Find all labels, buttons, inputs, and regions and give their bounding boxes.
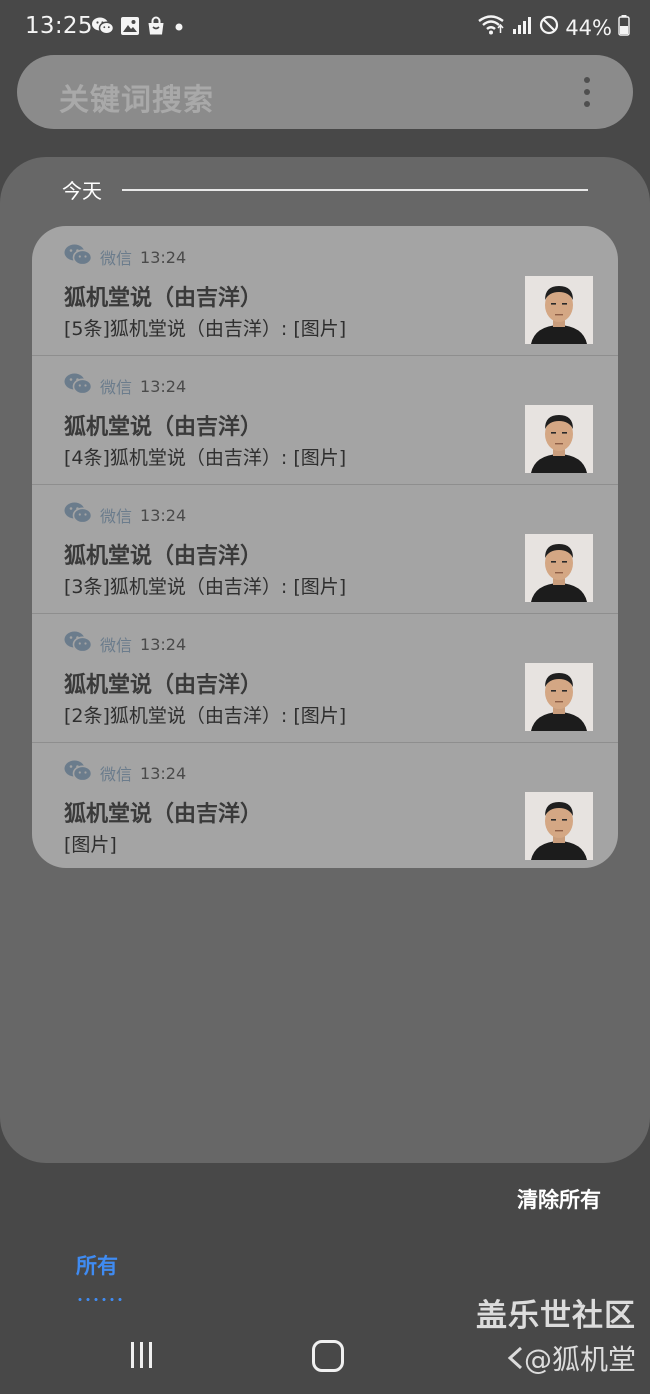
wifi-icon — [477, 14, 505, 41]
notification-item[interactable]: 微信 13:24 狐机堂说（由吉洋） [3条]狐机堂说（由吉洋）: [图片] — [32, 484, 618, 614]
notification-title: 狐机堂说（由吉洋） — [64, 673, 263, 698]
notification-meta: 微信 13:24 — [64, 502, 186, 528]
notification-meta: 微信 13:24 — [64, 373, 186, 399]
wechat-icon — [64, 502, 93, 528]
avatar — [525, 663, 593, 731]
notification-item[interactable]: 微信 13:24 狐机堂说（由吉洋） [5条]狐机堂说（由吉洋）: [图片] — [32, 226, 618, 356]
avatar — [525, 534, 593, 602]
section-divider — [122, 188, 588, 191]
section-label: 今天 — [62, 179, 102, 203]
status-right: 44% — [477, 14, 630, 41]
watermark-author: @狐机堂 — [506, 1338, 636, 1378]
wechat-icon — [64, 244, 93, 270]
avatar — [525, 405, 593, 473]
watermark-handle: @狐机堂 — [523, 1343, 636, 1376]
more-options-button[interactable] — [581, 77, 593, 107]
image-icon — [120, 16, 140, 40]
notification-meta: 微信 13:24 — [64, 631, 186, 657]
notification-item[interactable]: 微信 13:24 狐机堂说（由吉洋） [图片] — [32, 742, 618, 868]
more-dot-icon — [584, 77, 590, 83]
app-name: 微信 — [100, 249, 133, 268]
app-name: 微信 — [100, 636, 133, 655]
notification-text: [4条]狐机堂说（由吉洋）: [图片] — [64, 447, 347, 469]
more-dot-icon — [584, 89, 590, 95]
notification-screen: 13:25 44% 关键词搜索 今天 微信 13:24 狐机堂说（由吉洋） [5… — [0, 0, 650, 1394]
search-bar[interactable]: 关键词搜索 — [17, 55, 633, 129]
recent-bar-icon — [149, 1342, 152, 1368]
do-not-disturb-icon — [539, 15, 559, 40]
status-time: 13:25 — [25, 13, 93, 39]
notification-meta: 微信 13:24 — [64, 760, 186, 786]
notification-panel: 今天 微信 13:24 狐机堂说（由吉洋） [5条]狐机堂说（由吉洋）: [图片… — [0, 157, 650, 1163]
notification-title: 狐机堂说（由吉洋） — [64, 544, 263, 569]
tab-indicator — [76, 1298, 124, 1301]
wechat-icon — [64, 631, 93, 657]
back-chevron-icon[interactable] — [506, 1345, 524, 1378]
notification-time: 13:24 — [140, 634, 187, 654]
notification-text: [3条]狐机堂说（由吉洋）: [图片] — [64, 576, 347, 598]
app-name: 微信 — [100, 507, 133, 526]
recent-bar-icon — [131, 1342, 134, 1368]
tab-all[interactable]: 所有 — [76, 1250, 118, 1280]
notification-meta: 微信 13:24 — [64, 244, 186, 270]
wechat-icon — [64, 373, 93, 399]
avatar — [525, 276, 593, 344]
clear-all-button[interactable]: 清除所有 — [517, 1184, 601, 1214]
notification-text: [图片] — [64, 834, 117, 856]
recent-apps-button[interactable] — [131, 1342, 152, 1368]
dot-icon — [172, 16, 186, 40]
status-bar: 13:25 44% — [0, 0, 650, 56]
recent-bar-icon — [140, 1342, 143, 1368]
notification-time: 13:24 — [140, 505, 187, 525]
home-button[interactable] — [312, 1340, 344, 1372]
notification-time: 13:24 — [140, 247, 187, 267]
section-header-today: 今天 — [62, 175, 588, 204]
more-dot-icon — [584, 101, 590, 107]
notification-text: [2条]狐机堂说（由吉洋）: [图片] — [64, 705, 347, 727]
notification-group: 微信 13:24 狐机堂说（由吉洋） [5条]狐机堂说（由吉洋）: [图片] 微… — [32, 226, 618, 868]
search-input[interactable]: 关键词搜索 — [59, 75, 214, 119]
notification-text: [5条]狐机堂说（由吉洋）: [图片] — [64, 318, 347, 340]
wechat-icon — [92, 17, 115, 39]
notification-time: 13:24 — [140, 763, 187, 783]
shopping-bag-icon — [146, 16, 166, 40]
notification-time: 13:24 — [140, 376, 187, 396]
battery-percent: 44% — [565, 15, 612, 40]
app-name: 微信 — [100, 378, 133, 397]
notification-item[interactable]: 微信 13:24 狐机堂说（由吉洋） [4条]狐机堂说（由吉洋）: [图片] — [32, 355, 618, 485]
app-name: 微信 — [100, 765, 133, 784]
notification-item[interactable]: 微信 13:24 狐机堂说（由吉洋） [2条]狐机堂说（由吉洋）: [图片] — [32, 613, 618, 743]
notification-title: 狐机堂说（由吉洋） — [64, 415, 263, 440]
notification-title: 狐机堂说（由吉洋） — [64, 286, 263, 311]
avatar — [525, 792, 593, 860]
wechat-icon — [64, 760, 93, 786]
notification-title: 狐机堂说（由吉洋） — [64, 802, 263, 827]
battery-icon — [618, 14, 630, 41]
signal-icon — [511, 15, 533, 40]
status-left-icons — [92, 16, 186, 40]
